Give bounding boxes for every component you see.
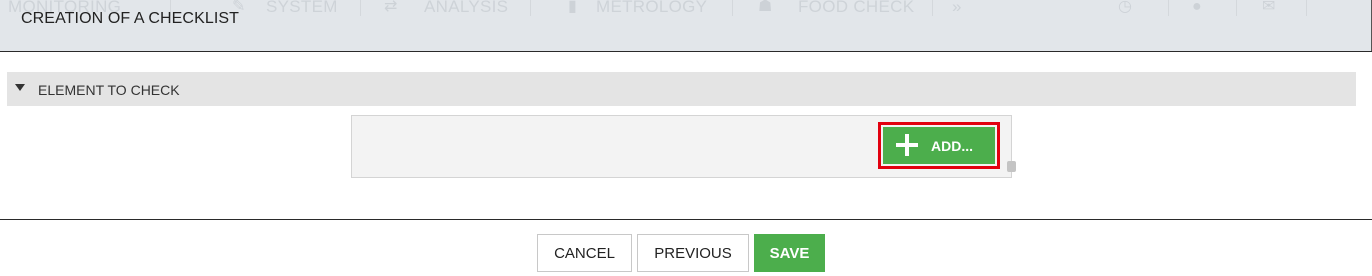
modal-header: CREATION OF A CHECKLIST <box>0 0 1372 52</box>
section-header-element-to-check[interactable]: ELEMENT TO CHECK <box>7 72 1356 106</box>
add-element-button[interactable]: ADD... <box>883 127 995 164</box>
cancel-button[interactable]: CANCEL <box>537 234 632 272</box>
add-button-label: ADD... <box>931 138 973 154</box>
previous-button[interactable]: PREVIOUS <box>637 234 749 272</box>
resize-handle-icon[interactable] <box>1007 161 1016 172</box>
plus-icon <box>896 134 918 156</box>
page: MONITORING ✎ SYSTEM ⇄ ANALYSIS ▮ METROLO… <box>0 0 1372 276</box>
caret-down-icon[interactable] <box>15 84 25 91</box>
save-button[interactable]: SAVE <box>754 234 825 272</box>
section-title: ELEMENT TO CHECK <box>38 82 180 98</box>
footer-divider <box>0 219 1372 220</box>
modal-title: CREATION OF A CHECKLIST <box>21 10 240 27</box>
